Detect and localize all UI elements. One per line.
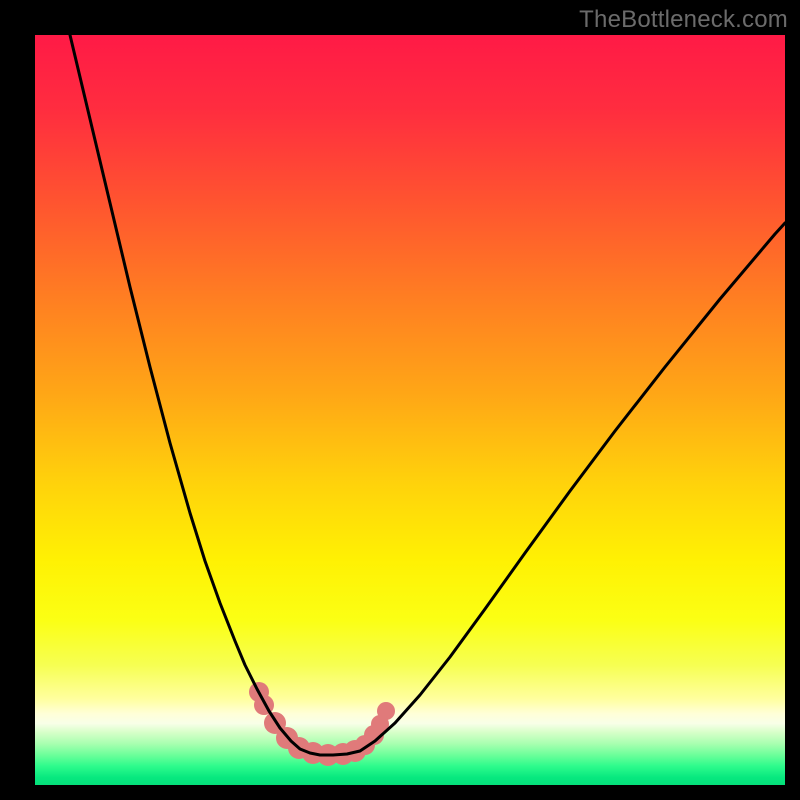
- bottleneck-curve: [70, 35, 785, 755]
- valley-markers: [249, 682, 395, 766]
- chart-stage: TheBottleneck.com: [0, 0, 800, 800]
- plot-area: [35, 35, 785, 785]
- watermark-label: TheBottleneck.com: [579, 6, 788, 34]
- valley-marker: [377, 702, 395, 720]
- curve-layer: [35, 35, 785, 785]
